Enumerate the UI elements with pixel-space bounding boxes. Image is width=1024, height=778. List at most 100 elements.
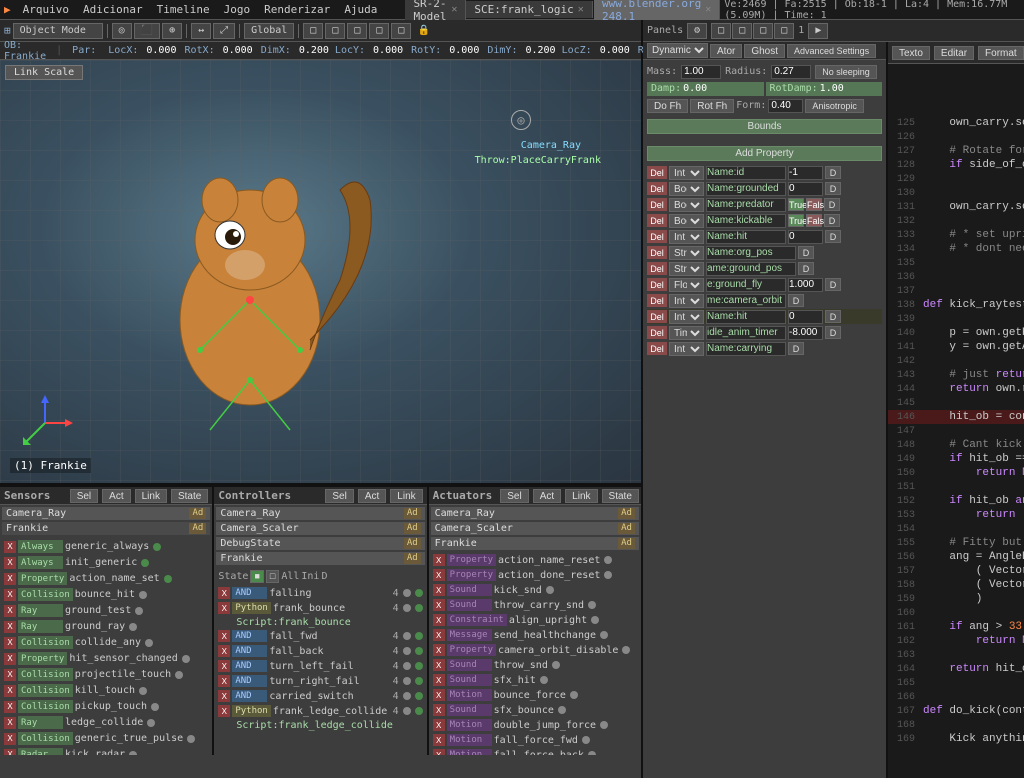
- dim-x-val[interactable]: 0.200: [299, 45, 329, 56]
- prop-name-input[interactable]: [706, 278, 786, 292]
- viewport-btn-3[interactable]: ⊕: [162, 23, 182, 39]
- prop-val-input[interactable]: [788, 182, 823, 196]
- mass-input[interactable]: [681, 65, 721, 79]
- prop-del-btn[interactable]: Del: [647, 294, 667, 307]
- logic-view-btn2[interactable]: □: [732, 23, 752, 39]
- ctrl-sel-btn[interactable]: Sel: [325, 489, 353, 503]
- prop-type-select[interactable]: Bool: [669, 198, 704, 212]
- prop-val-input[interactable]: [788, 278, 823, 292]
- prop-type-select[interactable]: String: [669, 262, 704, 276]
- bool-true-btn[interactable]: True: [788, 198, 804, 211]
- form-input[interactable]: [768, 99, 803, 113]
- physics-type-select[interactable]: Dynamic: [647, 43, 708, 58]
- bool-true-btn[interactable]: True: [788, 214, 804, 227]
- prop-name-input[interactable]: [706, 166, 786, 180]
- prop-type-select[interactable]: Bool: [669, 182, 704, 196]
- prop-name-input[interactable]: [706, 246, 796, 260]
- viewport-3d[interactable]: Link Scale: [0, 60, 641, 483]
- ctrl-x-btn[interactable]: X: [218, 675, 230, 687]
- prop-d-btn[interactable]: D: [798, 262, 814, 275]
- view-btn3[interactable]: □: [347, 23, 367, 39]
- prop-type-select[interactable]: Int: [669, 342, 704, 356]
- tab-web-close[interactable]: ✕: [705, 4, 711, 15]
- act-x-btn[interactable]: X: [433, 569, 445, 581]
- view-btn2[interactable]: □: [325, 23, 345, 39]
- prop-type-select[interactable]: Int: [669, 230, 704, 244]
- act-x-btn[interactable]: X: [433, 704, 445, 716]
- act-x-btn[interactable]: X: [433, 719, 445, 731]
- sensor-x-btn[interactable]: X: [4, 749, 16, 756]
- prop-type-select[interactable]: Timer: [669, 326, 704, 340]
- prop-d-btn[interactable]: D: [825, 182, 841, 195]
- tab-sce[interactable]: SCE:frank_logic ✕: [466, 1, 592, 18]
- prop-d-btn[interactable]: D: [824, 214, 840, 227]
- prop-del-btn[interactable]: Del: [647, 198, 667, 211]
- sensor-x-btn[interactable]: X: [4, 669, 16, 681]
- act-x-btn[interactable]: X: [433, 629, 445, 641]
- prop-del-btn[interactable]: Del: [647, 342, 667, 355]
- prop-name-input[interactable]: [706, 262, 796, 276]
- rot-fh-btn[interactable]: Rot Fh: [690, 99, 734, 113]
- act-x-btn[interactable]: X: [433, 734, 445, 746]
- ctrl-x-btn[interactable]: X: [218, 705, 230, 717]
- prop-del-btn[interactable]: Del: [647, 326, 667, 339]
- logic-view-btn3[interactable]: □: [753, 23, 773, 39]
- link-scale-btn[interactable]: Link Scale: [5, 65, 83, 80]
- act-x-btn[interactable]: X: [433, 689, 445, 701]
- rot-x-val[interactable]: 0.000: [223, 45, 253, 56]
- prop-val-input[interactable]: [788, 166, 823, 180]
- viewport-btn-2[interactable]: ⬛: [134, 23, 160, 39]
- bool-false-btn[interactable]: False: [806, 198, 822, 211]
- logic-view-btn1[interactable]: □: [711, 23, 731, 39]
- sensors-state-btn[interactable]: State: [171, 489, 208, 503]
- sensor-x-btn[interactable]: X: [4, 541, 16, 553]
- sensors-link-btn[interactable]: Link: [135, 489, 167, 503]
- act-x-btn[interactable]: X: [433, 674, 445, 686]
- act-x-btn[interactable]: X: [433, 554, 445, 566]
- ghost-tab[interactable]: Ghost: [744, 44, 785, 58]
- view-btn4[interactable]: □: [369, 23, 389, 39]
- object-mode-dropdown[interactable]: Object Mode: [13, 23, 103, 39]
- code-content-area[interactable]: 125 own_carry.set 126 127 # Rotate forw …: [888, 114, 1024, 778]
- prop-del-btn[interactable]: Del: [647, 182, 667, 195]
- prop-d-btn[interactable]: D: [788, 294, 804, 307]
- prop-d-btn[interactable]: D: [825, 310, 841, 323]
- act-sel-btn[interactable]: Sel: [500, 489, 528, 503]
- adv-settings-tab[interactable]: Advanced Settings: [787, 44, 876, 58]
- prop-del-btn[interactable]: Del: [647, 262, 667, 275]
- sensor-x-btn[interactable]: X: [4, 685, 16, 697]
- loc-z-val[interactable]: 0.000: [600, 45, 630, 56]
- global-btn[interactable]: Global: [244, 23, 294, 39]
- sensors-act-btn[interactable]: Act: [102, 489, 130, 503]
- prop-name-input[interactable]: [706, 182, 786, 196]
- prop-type-select[interactable]: Int: [669, 310, 704, 324]
- sensor-x-btn[interactable]: X: [4, 605, 16, 617]
- prop-del-btn[interactable]: Del: [647, 214, 667, 227]
- prop-name-input[interactable]: [706, 294, 786, 308]
- act-x-btn[interactable]: X: [433, 659, 445, 671]
- page-next-btn[interactable]: ▶: [808, 23, 828, 39]
- ctrl-act-btn[interactable]: Act: [358, 489, 386, 503]
- do-fh-btn[interactable]: Do Fh: [647, 99, 688, 113]
- prop-del-btn[interactable]: Del: [647, 166, 667, 179]
- panels-btn[interactable]: ⚙: [687, 23, 707, 39]
- state-btn-2[interactable]: □: [266, 570, 279, 583]
- ctrl-link-btn[interactable]: Link: [390, 489, 422, 503]
- act-state-btn[interactable]: State: [602, 489, 639, 503]
- menu-timeline[interactable]: Timeline: [151, 1, 216, 18]
- sensor-x-btn[interactable]: X: [4, 589, 16, 601]
- transform-type-2[interactable]: ⤢: [213, 23, 235, 39]
- act-link-btn[interactable]: Link: [565, 489, 597, 503]
- menu-renderizar[interactable]: Renderizar: [258, 1, 336, 18]
- prop-del-btn[interactable]: Del: [647, 230, 667, 243]
- prop-type-select[interactable]: Bool: [669, 214, 704, 228]
- loc-y-val[interactable]: 0.000: [373, 45, 403, 56]
- prop-val-input[interactable]: [788, 326, 823, 340]
- format-btn[interactable]: Format: [978, 46, 1024, 60]
- sensor-x-btn[interactable]: X: [4, 733, 16, 745]
- rot-y-val[interactable]: 0.000: [449, 45, 479, 56]
- prop-name-input[interactable]: [706, 310, 786, 324]
- logic-view-btn4[interactable]: □: [774, 23, 794, 39]
- prop-d-btn[interactable]: D: [825, 230, 841, 243]
- sensors-sel-btn[interactable]: Sel: [70, 489, 98, 503]
